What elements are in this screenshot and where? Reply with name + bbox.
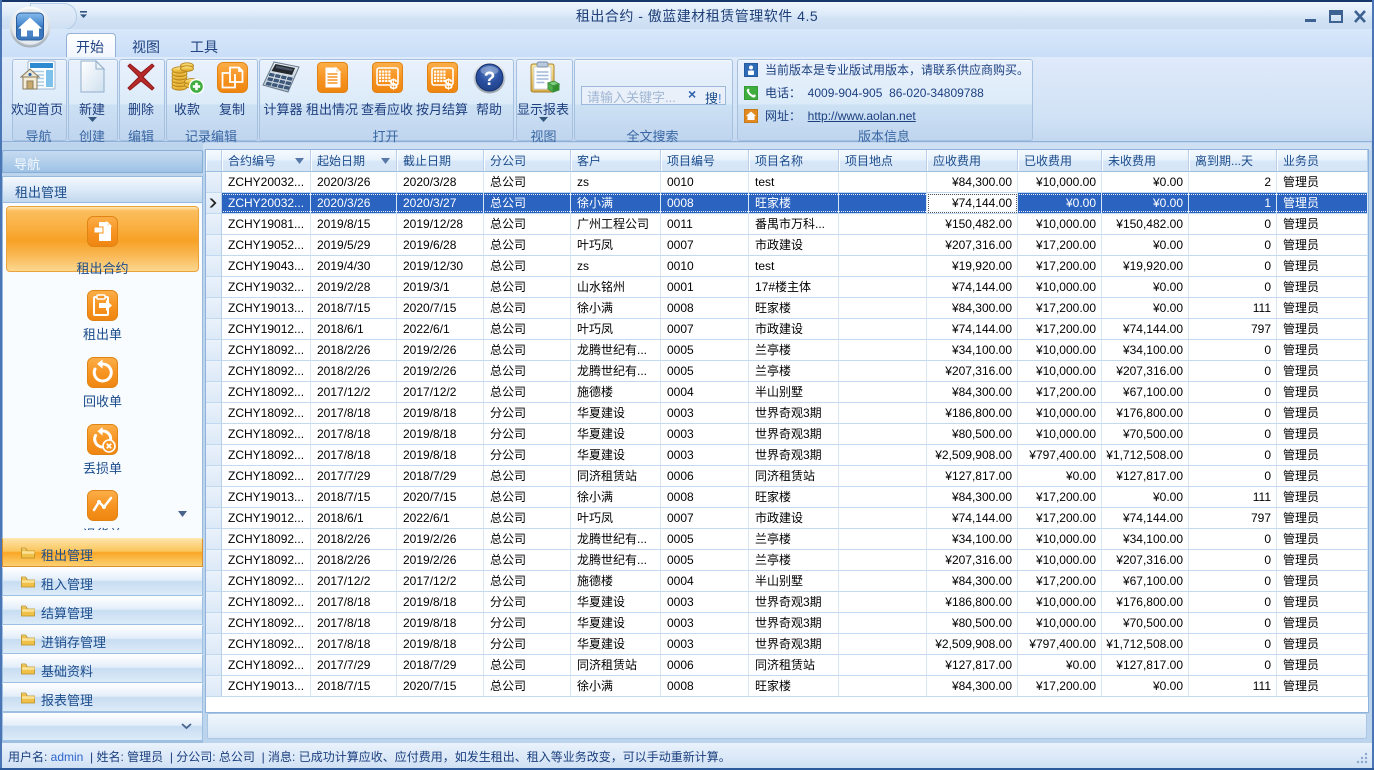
svg-text:$: $	[389, 76, 398, 93]
svg-text:?: ?	[484, 69, 496, 90]
svg-text:$: $	[444, 76, 453, 93]
